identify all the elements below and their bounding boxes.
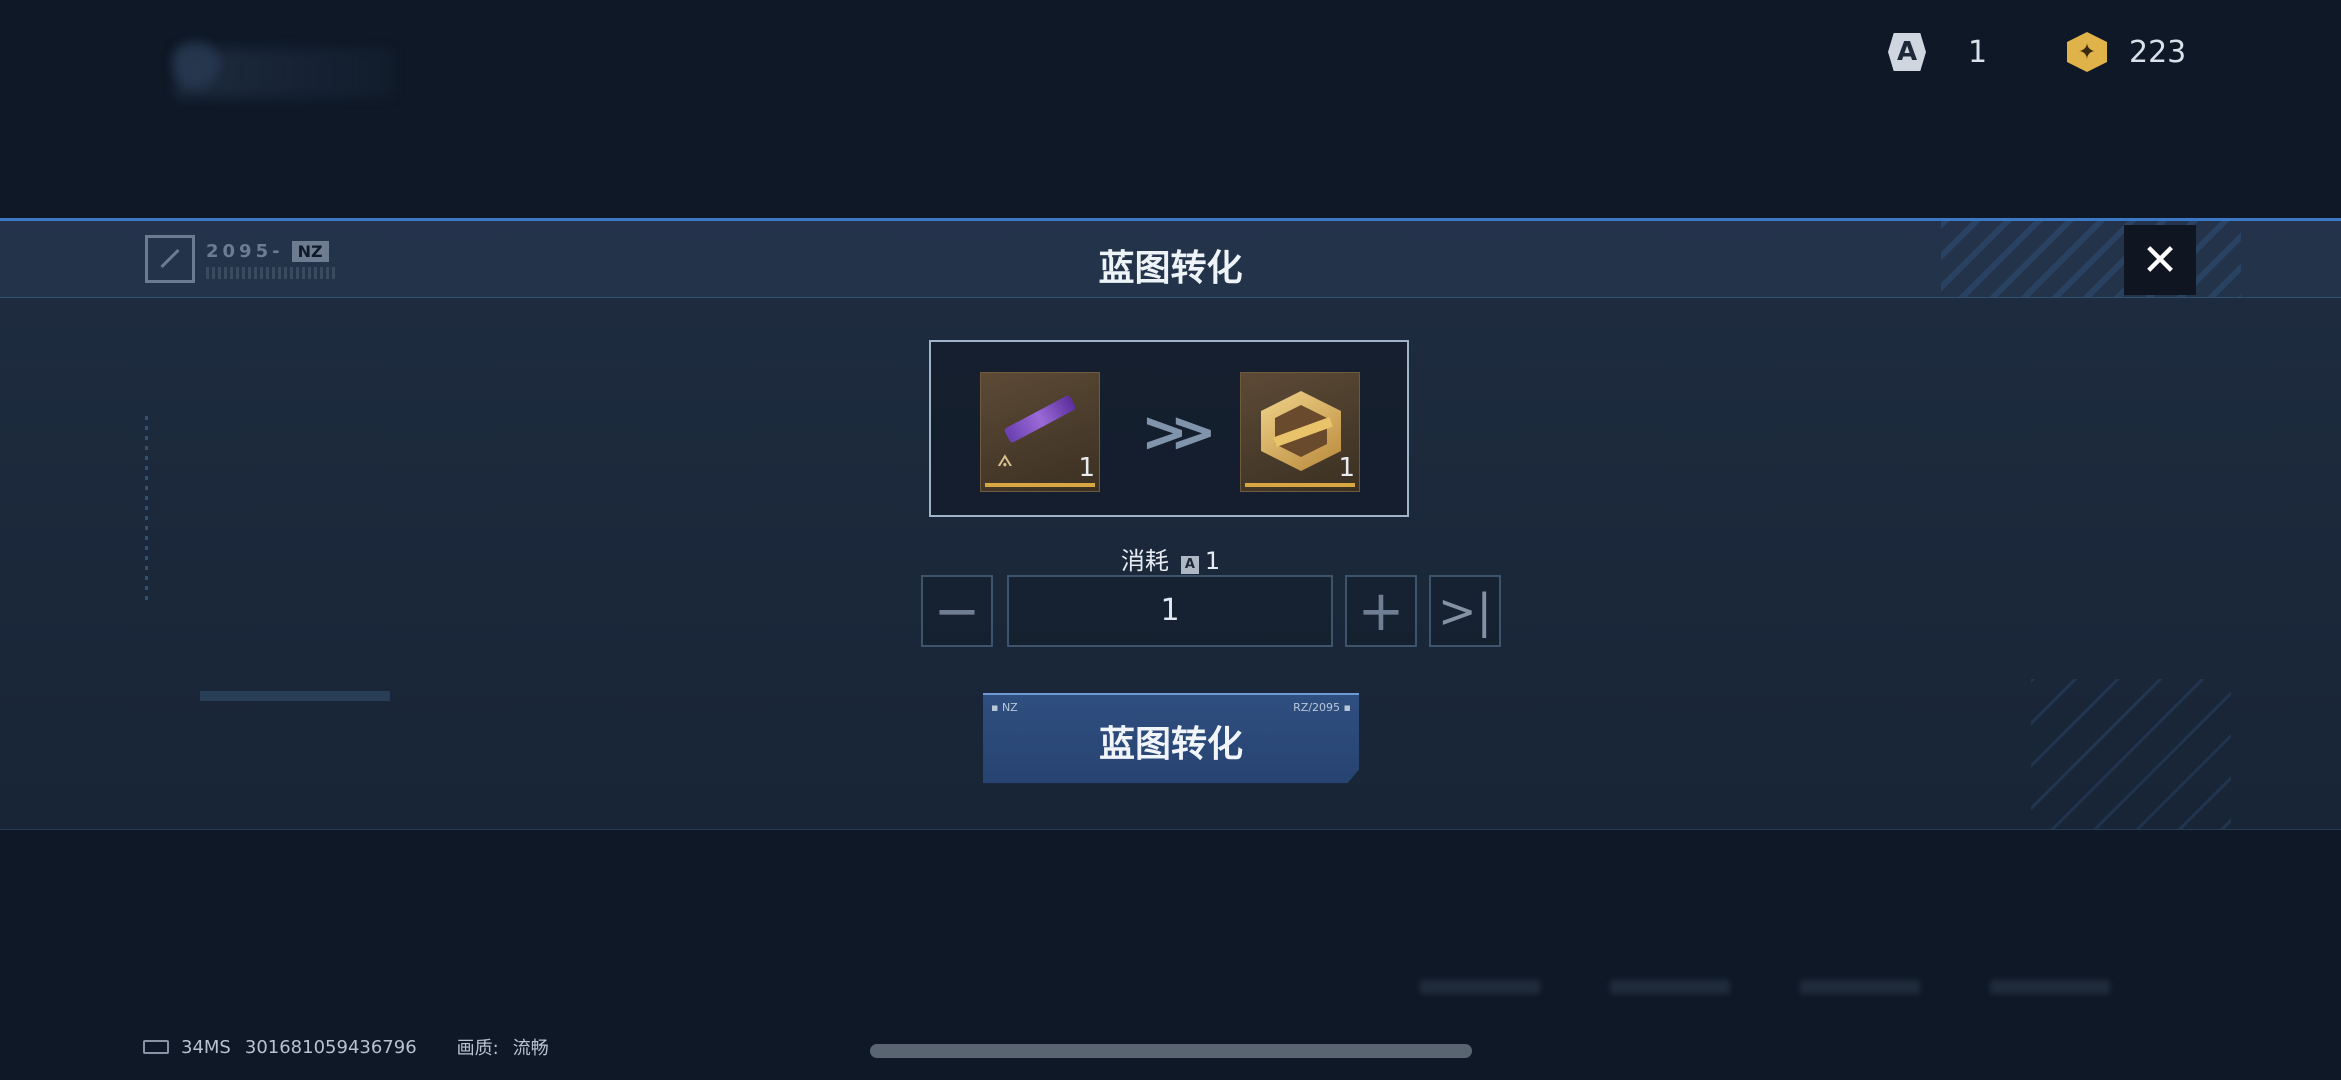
convert-button-label: 蓝图转化 bbox=[1098, 724, 1243, 765]
corner-glow-lines bbox=[2031, 679, 2231, 829]
coin-currency: ✦ 223 bbox=[2067, 32, 2186, 72]
blueprint-count: 1 bbox=[1968, 34, 1988, 70]
close-button[interactable]: ✕ bbox=[2124, 225, 2196, 295]
max-icon: >| bbox=[1437, 584, 1493, 638]
target-item-count: 1 bbox=[1338, 453, 1355, 483]
source-item-count: 1 bbox=[1078, 453, 1095, 483]
network-icon bbox=[143, 1040, 169, 1054]
target-item[interactable]: 1 bbox=[1240, 372, 1360, 492]
increase-button[interactable]: + bbox=[1345, 575, 1417, 647]
plus-icon: + bbox=[1357, 578, 1405, 644]
background-title bbox=[175, 48, 395, 98]
blueprint-currency: A 1 bbox=[1888, 32, 1987, 72]
quantity-input[interactable]: 1 bbox=[1007, 575, 1333, 647]
cost-label: 消耗 bbox=[1120, 547, 1169, 575]
dialog-header: 2095- NZ 蓝图转化 ✕ bbox=[0, 221, 2341, 298]
max-quantity-button[interactable]: >| bbox=[1429, 575, 1501, 647]
blueprint-icon: A bbox=[1888, 33, 1926, 71]
double-chevron-right-icon: >> bbox=[1141, 400, 1217, 465]
status-bar: 34MS 301681059436796 画质: 流畅 bbox=[143, 1034, 549, 1060]
blueprint-mini-icon: A bbox=[1180, 556, 1199, 574]
coin-count: 223 bbox=[2129, 34, 2187, 70]
side-decoration-bar bbox=[200, 691, 390, 701]
convert-button[interactable]: ▪ NZ RZ/2095 ▪ 蓝图转化 bbox=[983, 693, 1359, 783]
compass-icon: ⟑ bbox=[997, 443, 1013, 473]
ping-value: 34MS bbox=[181, 1036, 231, 1058]
minus-icon: − bbox=[933, 578, 981, 644]
close-icon: ✕ bbox=[2141, 234, 2179, 286]
coin-icon: ✦ bbox=[2067, 32, 2107, 72]
cost-amount: 1 bbox=[1204, 547, 1221, 575]
dialog-title: 蓝图转化 bbox=[1098, 248, 1243, 289]
background-bottom-menu bbox=[1420, 980, 2180, 994]
conversion-preview: ⟑ 1 >> 1 bbox=[929, 340, 1409, 517]
decrease-button[interactable]: − bbox=[921, 575, 993, 647]
user-id: 301681059436796 bbox=[244, 1036, 417, 1058]
button-deco-left: ▪ NZ bbox=[991, 701, 1018, 714]
quality-value: 流畅 bbox=[512, 1038, 549, 1059]
side-decoration bbox=[145, 416, 148, 606]
blueprint-convert-dialog: 2095- NZ 蓝图转化 ✕ ⟑ 1 >> 1 消耗 A 1 − 1 + >|… bbox=[0, 218, 2341, 830]
cost-line: 消耗 A 1 bbox=[0, 541, 2341, 576]
button-deco-right: RZ/2095 ▪ bbox=[1293, 701, 1351, 714]
home-indicator[interactable] bbox=[870, 1044, 1472, 1058]
purple-rifle-icon bbox=[1003, 394, 1077, 444]
source-blueprint-item[interactable]: ⟑ 1 bbox=[980, 372, 1100, 492]
quality-label: 画质: bbox=[456, 1038, 499, 1059]
